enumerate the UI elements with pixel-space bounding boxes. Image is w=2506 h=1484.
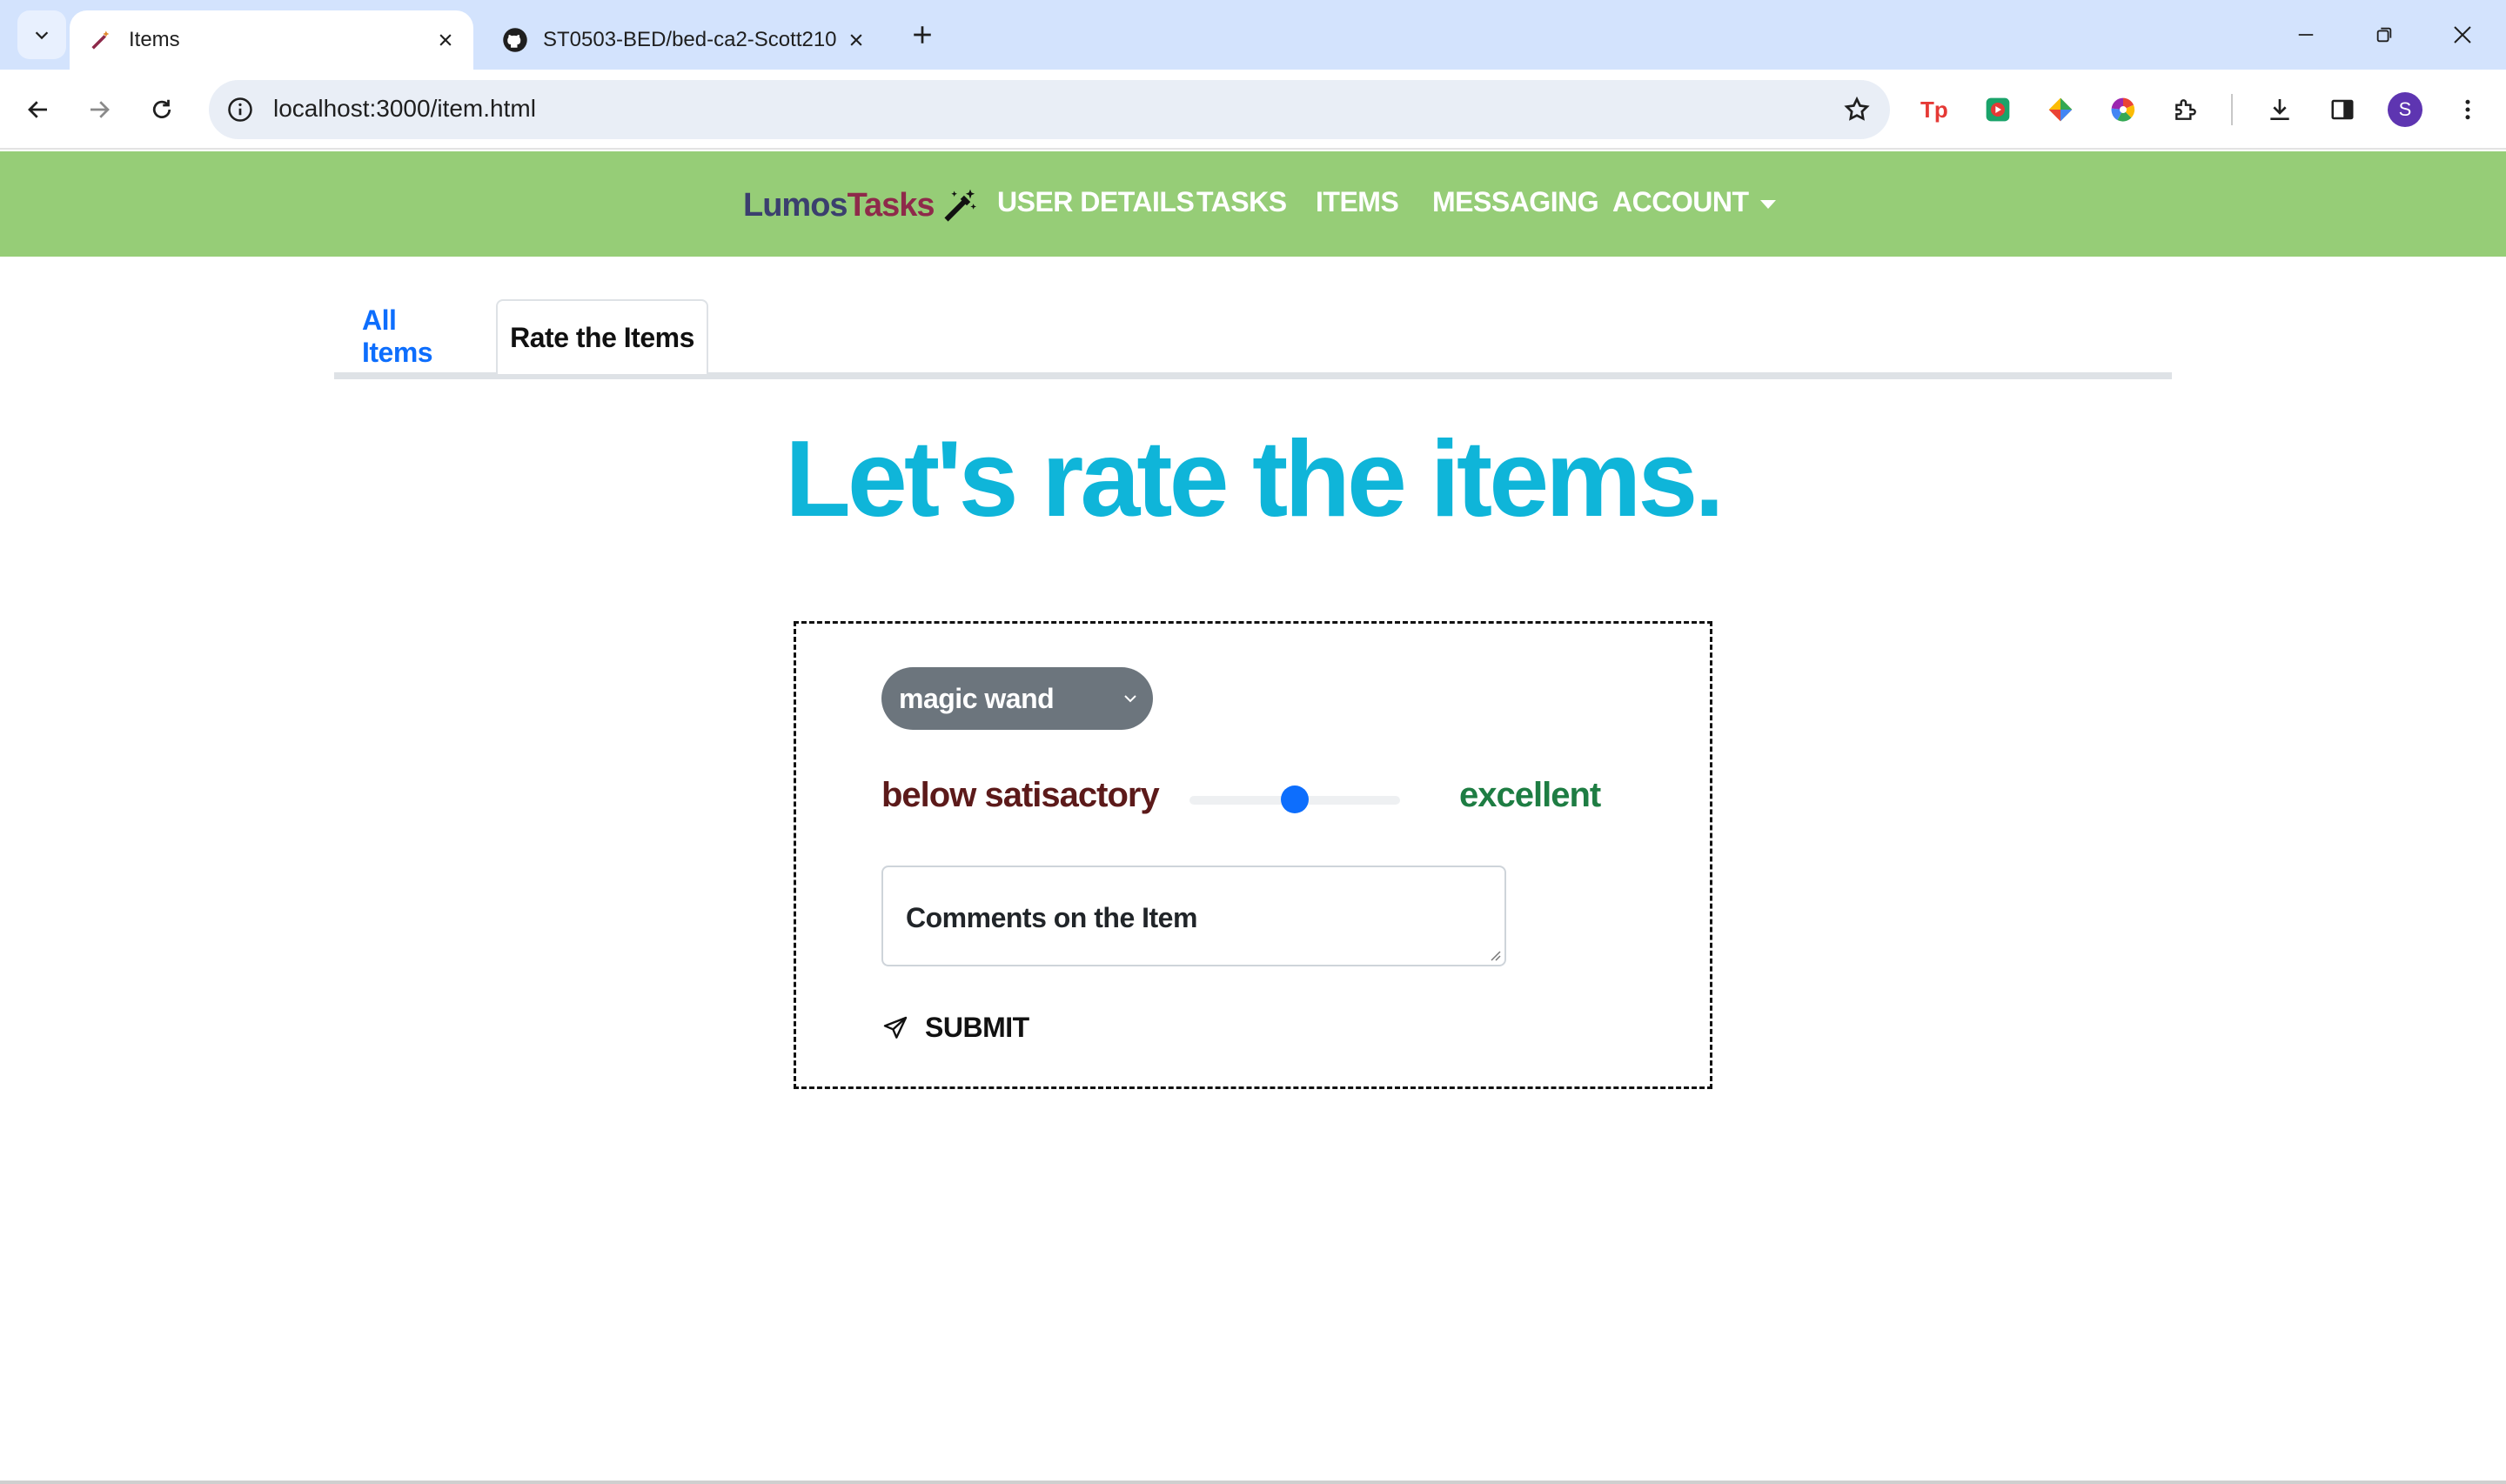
reload-button[interactable] — [139, 87, 184, 132]
brand-name-part1: Lumos — [743, 186, 848, 224]
nav-items[interactable]: ITEMS — [1316, 186, 1399, 218]
rating-low-label: below satisactory — [881, 776, 1160, 814]
nav-messaging[interactable]: MESSAGING — [1432, 186, 1599, 218]
back-button[interactable] — [16, 87, 61, 132]
brand-logo[interactable]: Lumos Tasks — [743, 186, 980, 224]
plus-icon — [914, 26, 931, 43]
minimize-icon — [2298, 34, 2314, 36]
github-icon — [501, 26, 529, 54]
nav-user-details[interactable]: USER DETAILS — [997, 186, 1195, 218]
forward-button[interactable] — [77, 87, 122, 132]
window-bottom-border — [0, 1481, 2506, 1484]
color-diamond-extension-icon[interactable] — [2041, 90, 2080, 129]
extensions-puzzle-icon[interactable] — [2167, 90, 2205, 129]
tab-title: Items — [129, 28, 180, 51]
video-extension-icon[interactable] — [1979, 90, 2017, 129]
toolbar-divider — [2231, 94, 2233, 125]
send-icon — [883, 1016, 908, 1039]
chevron-down-icon — [1124, 695, 1136, 703]
restore-button[interactable] — [2358, 10, 2410, 59]
wand-favicon-icon — [87, 26, 115, 54]
nav-account-label: ACCOUNT — [1612, 186, 1749, 217]
page-title: Let's rate the items. — [785, 419, 1725, 539]
close-tab-icon[interactable] — [837, 21, 875, 59]
magic-wand-icon — [943, 189, 976, 222]
comments-placeholder: Comments on the Item — [906, 902, 1197, 933]
download-icon[interactable] — [2261, 90, 2299, 129]
restore-icon — [2376, 27, 2392, 43]
item-select[interactable]: magic wand — [881, 667, 1153, 730]
browser-tab-github[interactable]: ST0503-BED/bed-ca2-Scott210 — [484, 10, 884, 70]
new-tab-button[interactable] — [903, 16, 941, 54]
site-info-icon[interactable] — [223, 92, 258, 127]
url-text[interactable]: localhost:3000/item.html — [273, 95, 536, 123]
browser-tabstrip: Items ST0503-BED/bed-ca2-Scott210 — [0, 0, 2506, 70]
page-tabs: All Items Rate the Items — [334, 299, 2172, 379]
rating-form: magic wand below satisactory excellent C… — [794, 621, 1712, 1089]
color-wheel-extension-icon[interactable] — [2104, 90, 2142, 129]
tp-extension-icon[interactable]: Tp — [1916, 90, 1954, 129]
close-tab-icon[interactable] — [426, 21, 465, 59]
rating-slider[interactable] — [1189, 785, 1400, 815]
close-icon — [2454, 26, 2471, 43]
site-navbar: Lumos Tasks USER DETAILS TASKS ITEMS MESS… — [0, 151, 2506, 257]
arrow-left-icon — [28, 101, 47, 118]
rating-high-label: excellent — [1459, 776, 1601, 814]
side-panel-icon[interactable] — [2323, 90, 2362, 129]
nav-account-dropdown[interactable]: ACCOUNT — [1612, 186, 1777, 218]
reload-icon — [152, 99, 171, 118]
caret-down-icon — [1760, 199, 1777, 209]
arrow-right-icon — [90, 101, 110, 118]
resize-grip-icon[interactable] — [1487, 947, 1501, 961]
browser-toolbar: localhost:3000/item.html Tp S — [0, 70, 2506, 150]
tab-rate-items[interactable]: Rate the Items — [496, 299, 708, 374]
tab-search-button[interactable] — [17, 10, 66, 59]
brand-name-part2: Tasks — [847, 186, 935, 224]
item-select-value: magic wand — [899, 682, 1055, 714]
close-window-button[interactable] — [2436, 10, 2489, 59]
address-bar[interactable]: localhost:3000/item.html — [209, 80, 1890, 139]
minimize-button[interactable] — [2280, 10, 2332, 59]
svg-text:Tp: Tp — [1920, 97, 1948, 123]
browser-tab-items[interactable]: Items — [70, 10, 473, 70]
bookmark-star-icon[interactable] — [1838, 90, 1876, 129]
more-menu-icon[interactable] — [2449, 90, 2487, 129]
submit-label: SUBMIT — [925, 1012, 1029, 1043]
tab-all-items[interactable]: All Items — [362, 299, 466, 374]
slider-thumb[interactable] — [1281, 785, 1309, 813]
profile-avatar[interactable]: S — [2388, 92, 2422, 127]
tab-title: ST0503-BED/bed-ca2-Scott210 — [543, 28, 837, 51]
submit-button[interactable]: SUBMIT — [881, 1012, 1029, 1044]
comments-textarea[interactable]: Comments on the Item — [881, 866, 1506, 966]
chevron-down-icon — [35, 31, 49, 40]
nav-tasks[interactable]: TASKS — [1196, 186, 1287, 218]
